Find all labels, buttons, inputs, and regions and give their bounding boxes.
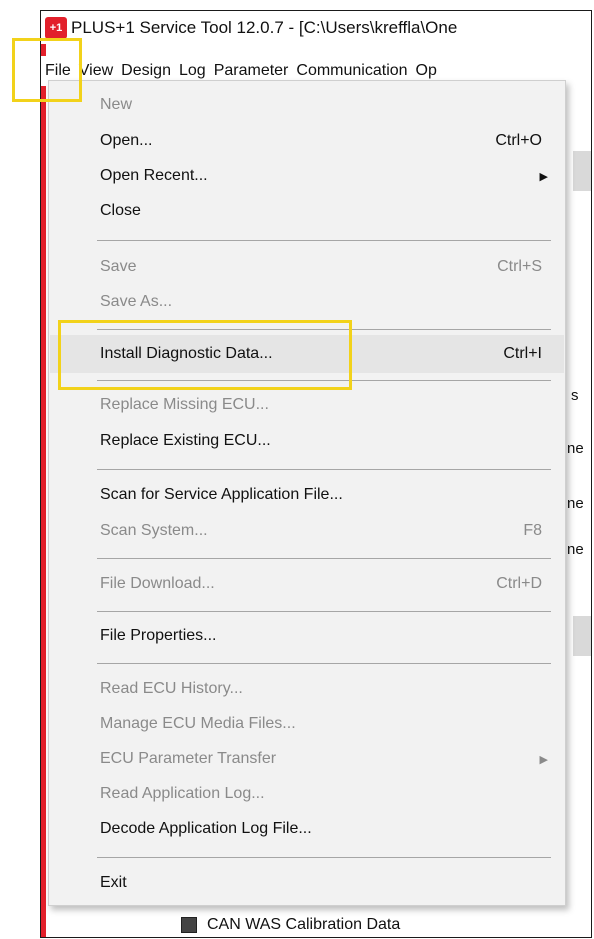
app-left-strip (41, 44, 46, 937)
menu-item-ecu-parameter-transfer[interactable]: ECU Parameter Transfer ▶ (50, 741, 564, 777)
submenu-arrow-icon: ▶ (539, 753, 548, 766)
submenu-arrow-icon: ▶ (539, 170, 548, 183)
menu-separator (97, 558, 551, 559)
background-text: ne (567, 440, 584, 457)
menu-separator (97, 469, 551, 470)
tree-item-label: CAN WAS Calibration Data (207, 916, 401, 933)
menu-options[interactable]: Op (412, 62, 441, 80)
menu-item-close[interactable]: Close (50, 193, 564, 229)
highlight-box-file-menu (12, 38, 82, 102)
shortcut-label: Ctrl+I (503, 345, 542, 362)
background-text: ne (567, 541, 584, 558)
menu-design[interactable]: Design (117, 62, 175, 80)
menu-parameter[interactable]: Parameter (210, 62, 293, 80)
menu-item-read-application-log[interactable]: Read Application Log... (50, 776, 564, 812)
file-menu-dropdown: New Open... Ctrl+O Open Recent... ▶ Clos… (48, 80, 566, 906)
shortcut-label: Ctrl+O (495, 132, 542, 149)
menu-item-decode-application-log-file[interactable]: Decode Application Log File... (50, 811, 564, 847)
menu-item-new[interactable]: New (50, 87, 564, 123)
menu-separator (97, 240, 551, 241)
menu-log[interactable]: Log (175, 62, 210, 80)
menu-item-exit[interactable]: Exit (50, 865, 564, 901)
menu-item-read-ecu-history[interactable]: Read ECU History... (50, 671, 564, 707)
menu-item-scan-service-application-file[interactable]: Scan for Service Application File... (50, 477, 564, 513)
shortcut-label: F8 (523, 522, 542, 539)
menu-item-save-as[interactable]: Save As... (50, 284, 564, 320)
window-title: PLUS+1 Service Tool 12.0.7 - [C:\Users\k… (71, 17, 458, 37)
menu-item-manage-ecu-media-files[interactable]: Manage ECU Media Files... (50, 706, 564, 742)
background-text: ne (567, 495, 584, 512)
menu-item-scan-system[interactable]: Scan System... F8 (50, 513, 564, 549)
menu-item-open-recent[interactable]: Open Recent... ▶ (50, 158, 564, 194)
menu-separator (97, 857, 551, 858)
tree-item[interactable]: CAN WAS Calibration Data (181, 916, 400, 934)
shortcut-label: Ctrl+S (497, 258, 542, 275)
menu-item-replace-existing-ecu[interactable]: Replace Existing ECU... (50, 423, 564, 459)
background-panel (573, 616, 591, 656)
menu-item-replace-missing-ecu[interactable]: Replace Missing ECU... (50, 387, 564, 423)
menu-separator (97, 663, 551, 664)
menu-item-file-properties[interactable]: File Properties... (50, 618, 564, 654)
menu-item-file-download[interactable]: File Download... Ctrl+D (50, 566, 564, 602)
menu-item-save[interactable]: Save Ctrl+S (50, 249, 564, 285)
shortcut-label: Ctrl+D (496, 575, 542, 592)
plus1-logo-icon: +1 (45, 16, 67, 39)
background-text: s (571, 387, 579, 404)
highlight-box-install-diagnostic (58, 320, 352, 390)
data-file-icon (181, 917, 197, 933)
menu-separator (97, 611, 551, 612)
title-bar: +1 PLUS+1 Service Tool 12.0.7 - [C:\User… (41, 11, 591, 44)
menu-communication[interactable]: Communication (292, 62, 411, 80)
background-panel (573, 151, 591, 191)
menu-item-open[interactable]: Open... Ctrl+O (50, 123, 564, 159)
